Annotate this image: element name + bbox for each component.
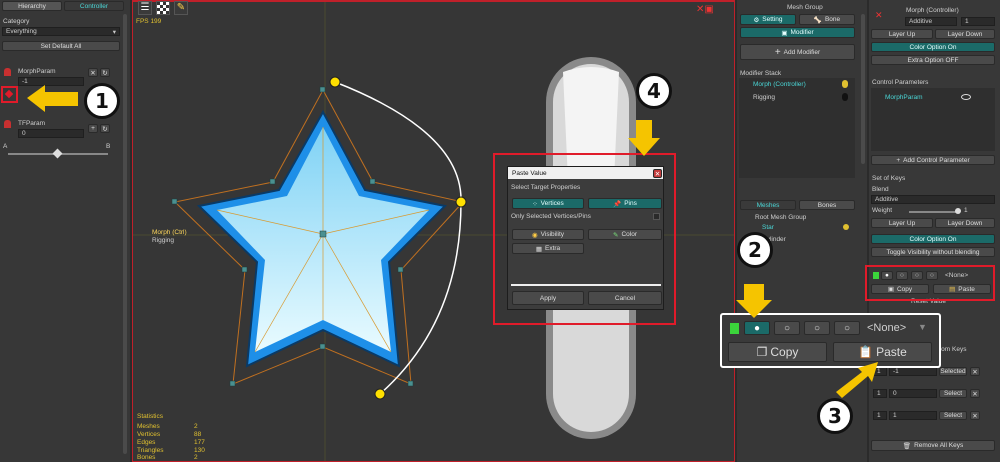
arrow-4 [628,120,660,156]
arrow-3 [836,362,878,398]
callout-badge-3: 3 [817,398,853,434]
callout-arrows [27,85,878,398]
callout-badge-2: 2 [737,232,773,268]
callout-badge-4: 4 [636,73,672,109]
callout-badge-1: 1 [84,83,120,119]
arrow-1 [27,85,78,112]
arrow-2 [736,284,772,318]
